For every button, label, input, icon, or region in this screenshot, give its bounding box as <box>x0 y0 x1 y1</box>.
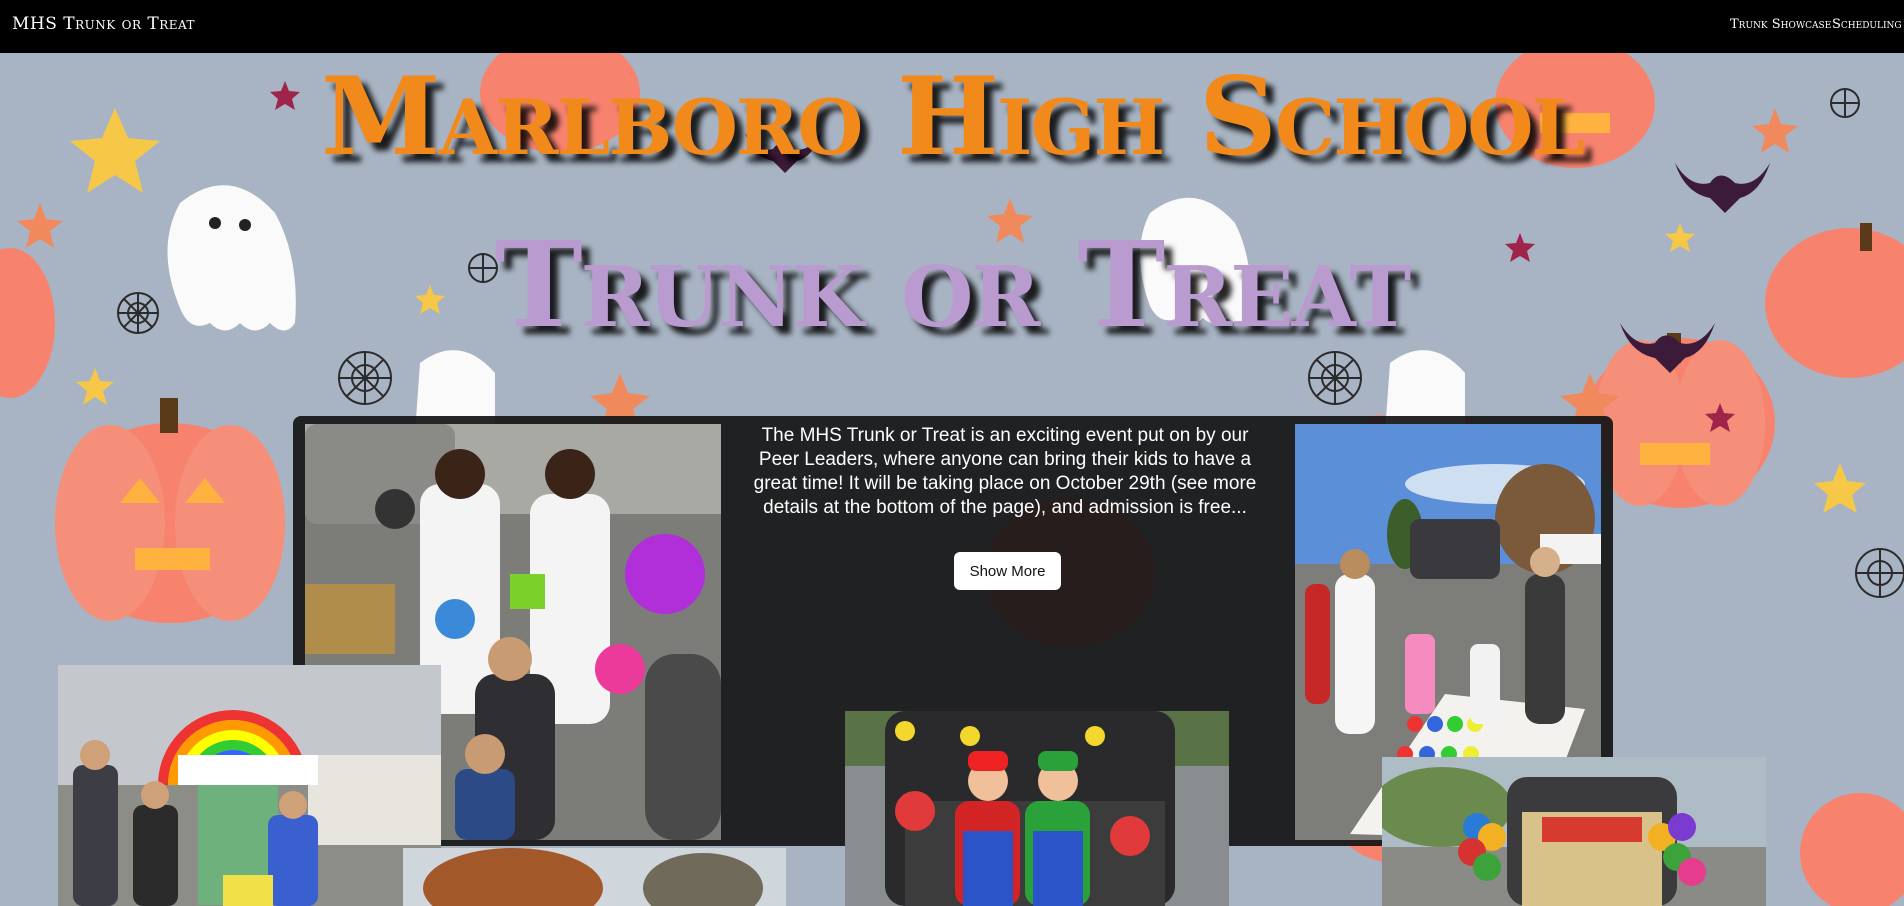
brand-link[interactable]: MHS Trunk or Treat <box>12 14 195 34</box>
intro-text: The MHS Trunk or Treat is an exciting ev… <box>753 425 1257 518</box>
navbar: MHS Trunk or Treat Trunk Showcase Schedu… <box>0 0 1904 53</box>
photo-mario-luigi-trunk <box>845 711 1229 906</box>
photo-autumn-trees <box>403 848 786 906</box>
show-more-button[interactable]: Show More <box>954 552 1061 590</box>
star-icon <box>76 368 114 405</box>
pumpkin-icon <box>55 398 285 623</box>
spiderweb-icon <box>1308 351 1362 405</box>
pumpkin-icon <box>1800 793 1904 906</box>
nav-link-trunk-showcase[interactable]: Trunk Showcase <box>1730 17 1831 32</box>
photo-rainbow-trunk <box>58 665 441 906</box>
photo-balloon-trunk <box>1382 757 1766 906</box>
spiderweb-icon <box>338 351 392 405</box>
hero-title-event: Trunk or Treat <box>494 215 1411 354</box>
spiderweb-icon <box>1855 548 1904 598</box>
nav-link-scheduling[interactable]: Scheduling <box>1832 17 1902 32</box>
star-icon <box>1814 463 1866 513</box>
hero-title-school: Marlboro High School <box>321 54 1585 180</box>
